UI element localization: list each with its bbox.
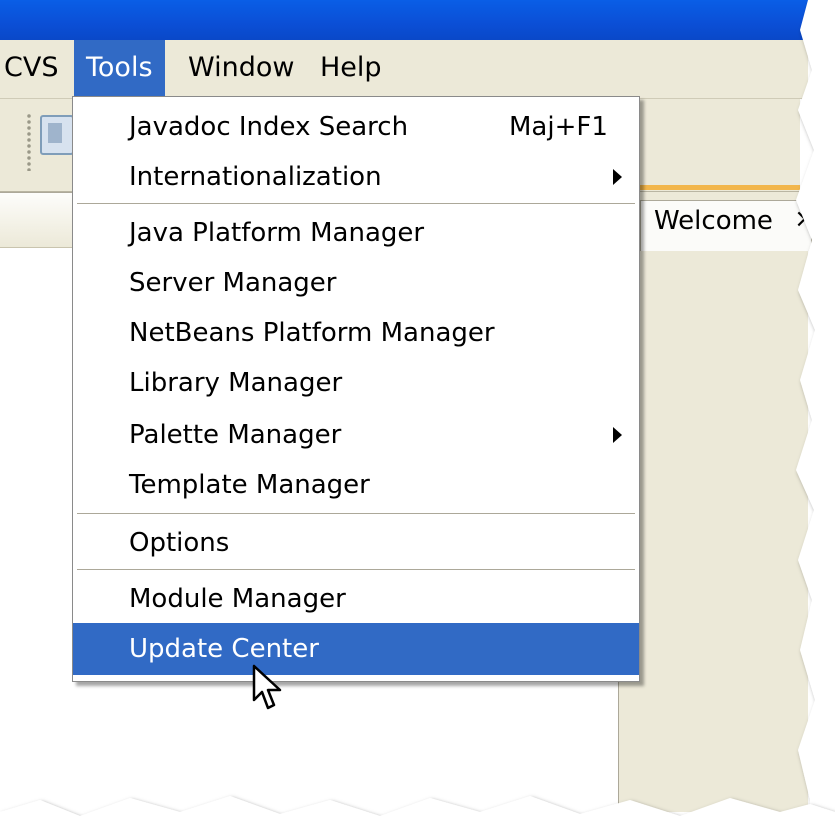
- menu-item-label: Options: [129, 528, 230, 558]
- menu-tools[interactable]: Tools: [74, 40, 165, 98]
- toolbar-window-icon[interactable]: [40, 115, 74, 155]
- menu-item-label: NetBeans Platform Manager: [129, 318, 495, 348]
- menu-item-label: Palette Manager: [129, 420, 342, 450]
- menu-item-update-center[interactable]: Update Center: [73, 623, 639, 675]
- editor-accent-line: [640, 185, 800, 190]
- menu-cvs[interactable]: CVS: [0, 40, 70, 98]
- menu-item-palette-manager[interactable]: Palette Manager: [73, 409, 639, 461]
- menu-item-server-manager[interactable]: Server Manager: [73, 257, 639, 309]
- menu-item-java-platform-manager[interactable]: Java Platform Manager: [73, 207, 639, 259]
- menu-item-shortcut: Maj+F1: [509, 112, 608, 142]
- menu-item-module-manager[interactable]: Module Manager: [73, 573, 639, 625]
- menu-separator: [77, 513, 635, 515]
- menu-item-options[interactable]: Options: [73, 517, 639, 569]
- menu-item-internationalization[interactable]: Internationalization: [73, 151, 639, 203]
- menu-item-netbeans-platform-manager[interactable]: NetBeans Platform Manager: [73, 307, 639, 359]
- menu-item-label: Server Manager: [129, 268, 337, 298]
- menu-item-label: Javadoc Index Search: [129, 112, 409, 142]
- menu-separator: [77, 203, 635, 205]
- tab-welcome-label: Welcome: [654, 206, 773, 236]
- menu-item-label: Library Manager: [129, 368, 343, 398]
- menu-window[interactable]: Window: [176, 40, 306, 98]
- screenshot: CVS Tools Window Help Welcome × Javadoc …: [0, 0, 835, 838]
- submenu-arrow-icon: [613, 169, 622, 185]
- tools-menu-dropdown: Javadoc Index Search Maj+F1 Internationa…: [72, 96, 640, 682]
- menubar: CVS Tools Window Help: [0, 40, 808, 99]
- menu-help[interactable]: Help: [308, 40, 394, 98]
- editor-area: [628, 192, 808, 812]
- window-titlebar: [0, 0, 808, 40]
- menu-item-template-manager[interactable]: Template Manager: [73, 459, 639, 511]
- toolbar-grip[interactable]: [26, 113, 32, 171]
- menu-item-javadoc-index-search[interactable]: Javadoc Index Search Maj+F1: [73, 101, 639, 153]
- mouse-cursor-icon: [252, 664, 282, 710]
- submenu-arrow-icon: [613, 427, 622, 443]
- menu-item-label: Module Manager: [129, 584, 346, 614]
- menu-item-label: Java Platform Manager: [129, 218, 425, 248]
- tab-close-icon[interactable]: ×: [794, 204, 816, 234]
- menu-separator: [77, 569, 635, 571]
- menu-item-library-manager[interactable]: Library Manager: [73, 357, 639, 409]
- menu-item-label: Template Manager: [129, 470, 370, 500]
- menu-item-label: Internationalization: [129, 162, 382, 192]
